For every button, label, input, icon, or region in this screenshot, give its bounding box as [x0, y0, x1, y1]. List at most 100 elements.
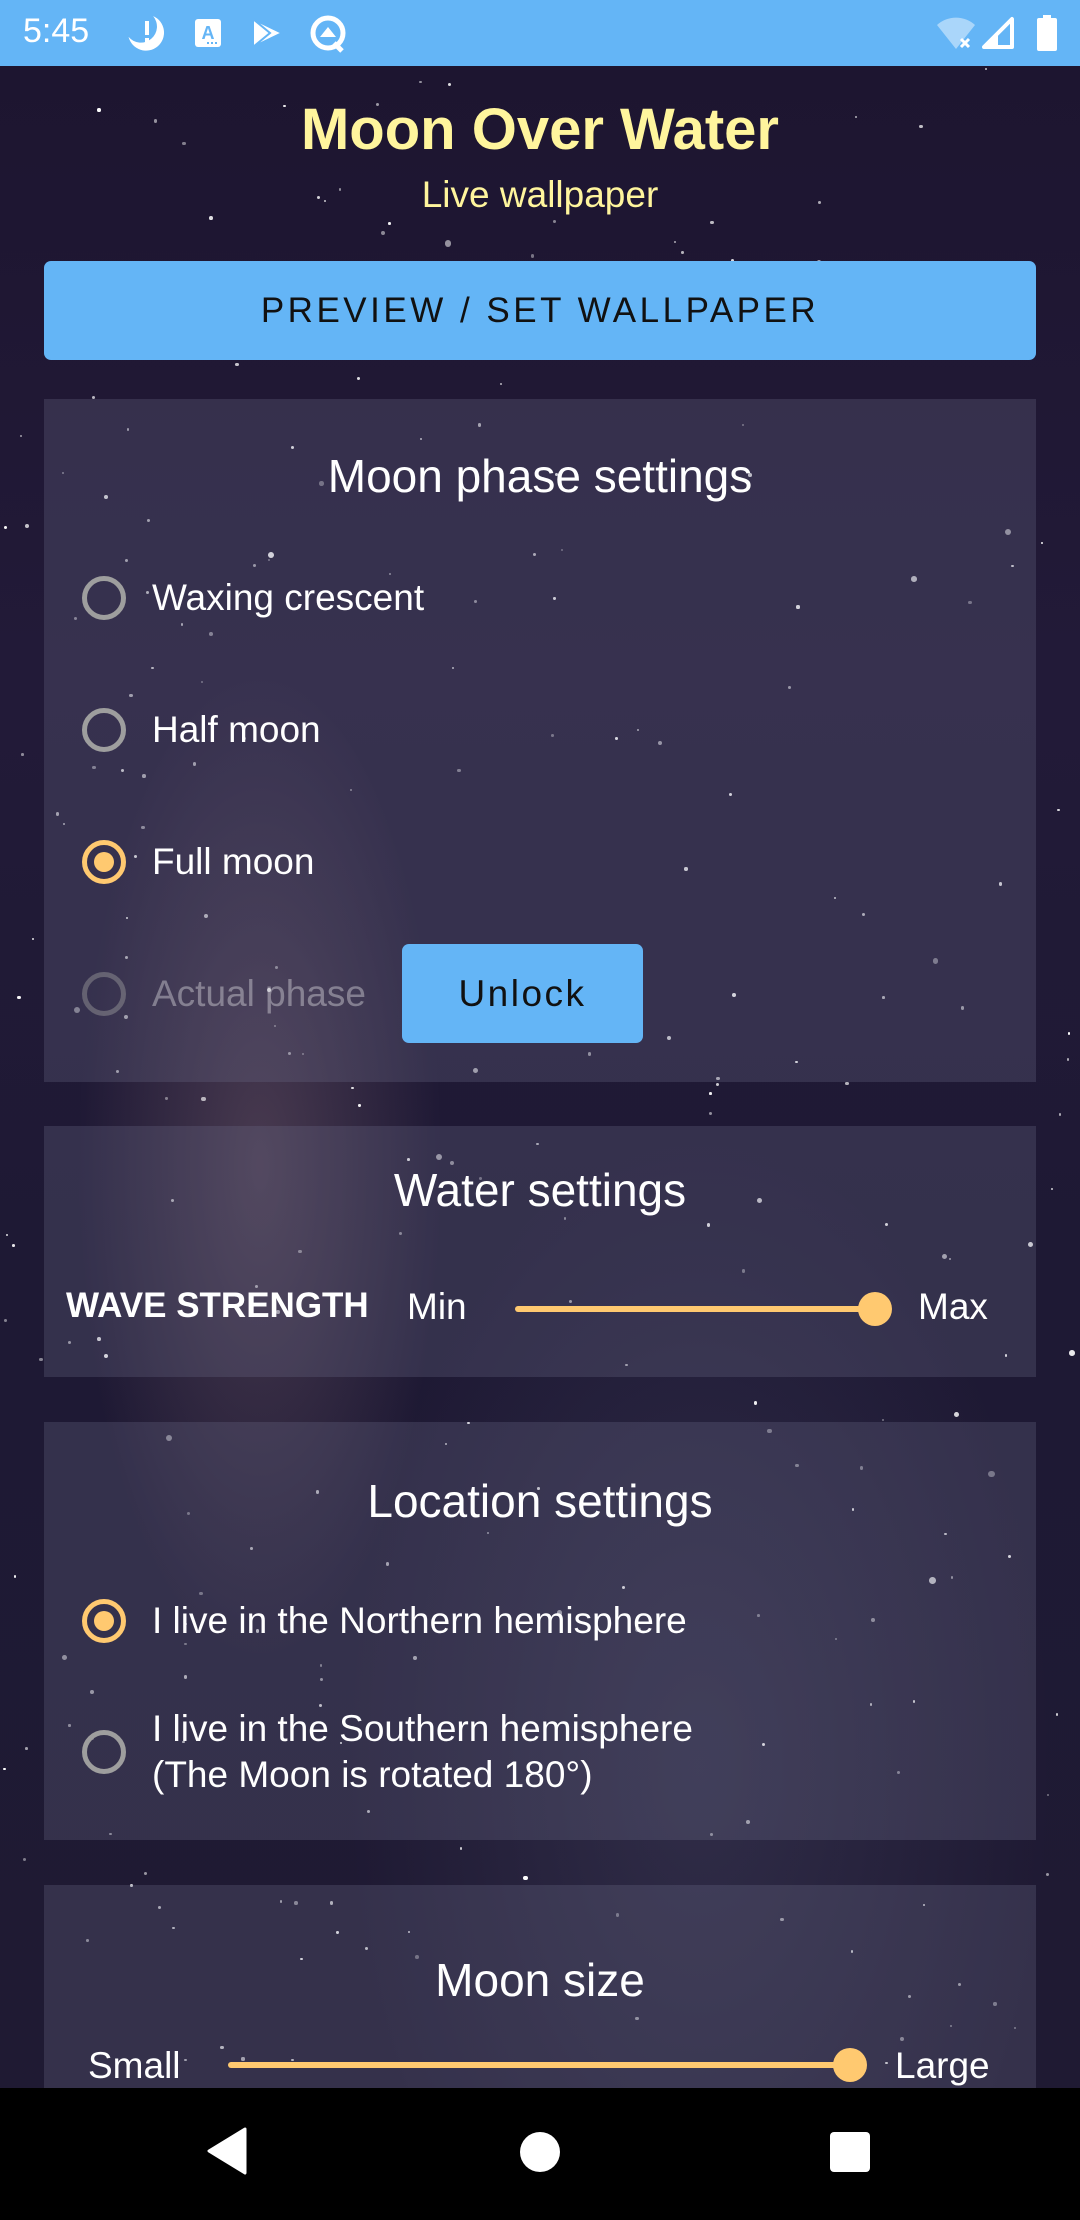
moon-size-title: Moon size	[435, 1954, 645, 2006]
radio-label: Full moon	[152, 841, 315, 882]
location-settings-title: Location settings	[367, 1475, 713, 1527]
wave-strength-slider-thumb[interactable]	[858, 1292, 892, 1326]
wave-max-label: Max	[918, 1286, 988, 1327]
radio-label-multiline: I live in the Southern hemisphere (The M…	[152, 1706, 693, 1798]
app-title: Moon Over Water	[300, 97, 780, 162]
water-settings-card: Water settings WAVE STRENGTH Min Max	[44, 1126, 1036, 1377]
preview-set-wallpaper-button[interactable]: PREVIEW / SET WALLPAPER	[44, 261, 1036, 360]
southern-label: I live in the Southern hemisphere	[152, 1708, 693, 1749]
radio-label: I live in the Northern hemisphere	[152, 1600, 687, 1641]
star	[1067, 1058, 1070, 1061]
star	[23, 1857, 27, 1862]
star	[388, 222, 391, 225]
battery-icon	[1037, 15, 1057, 51]
radio-button-selected[interactable]	[82, 840, 126, 884]
back-icon[interactable]	[205, 2126, 249, 2176]
star	[984, 68, 987, 71]
star	[358, 1104, 361, 1107]
star	[3, 525, 7, 529]
star	[708, 1112, 712, 1116]
star	[523, 1875, 528, 1881]
star	[445, 240, 452, 247]
water-settings-title: Water settings	[393, 1164, 687, 1216]
star	[1069, 1350, 1075, 1356]
svg-text:A: A	[202, 23, 215, 43]
star	[530, 254, 534, 258]
radio-waxing-crescent[interactable]: Waxing crescent	[82, 575, 424, 621]
star	[680, 251, 684, 254]
star	[753, 1401, 757, 1405]
radio-actual-phase: Actual phase	[82, 971, 366, 1017]
radio-button[interactable]	[82, 708, 126, 752]
location-settings-card: Location settings I live in the Northern…	[44, 1422, 1036, 1840]
cellular-signal-icon	[982, 17, 1014, 49]
star	[25, 524, 30, 529]
moon-phase-title: Moon phase settings	[327, 450, 753, 502]
radio-button[interactable]	[82, 576, 126, 620]
star	[1059, 1113, 1062, 1116]
star	[380, 231, 386, 236]
star	[552, 220, 556, 224]
star	[1050, 1188, 1053, 1191]
radio-button[interactable]	[82, 1730, 126, 1774]
star	[5, 1233, 8, 1236]
wave-strength-slider-track[interactable]	[515, 1306, 875, 1312]
star	[165, 1097, 168, 1100]
play-store-icon	[252, 17, 285, 49]
radio-full-moon[interactable]: Full moon	[82, 839, 314, 885]
star	[1046, 1794, 1050, 1797]
star	[673, 240, 676, 243]
radio-half-moon[interactable]: Half moon	[82, 707, 321, 753]
navigation-bar	[0, 2088, 1080, 2220]
star	[21, 753, 24, 756]
star	[209, 216, 214, 220]
star	[39, 1357, 43, 1362]
star	[13, 1575, 17, 1578]
star	[1057, 808, 1060, 811]
status-bar: 5:45 A	[0, 0, 1080, 66]
moon-size-large-label: Large	[895, 2045, 990, 2086]
star	[881, 1419, 885, 1422]
star	[953, 1412, 959, 1418]
radio-label: Half moon	[152, 709, 321, 750]
recents-icon[interactable]	[828, 2130, 872, 2174]
star	[3, 1767, 6, 1771]
star	[499, 382, 502, 385]
star	[845, 1081, 849, 1085]
radio-label: Actual phase	[152, 973, 366, 1014]
radio-northern-hemisphere[interactable]: I live in the Northern hemisphere	[82, 1598, 687, 1644]
home-icon[interactable]	[518, 2130, 562, 2174]
star	[459, 1847, 462, 1850]
star	[32, 937, 35, 940]
radio-southern-hemisphere[interactable]: I live in the Southern hemisphere (The M…	[82, 1706, 693, 1798]
radio-button-disabled	[82, 972, 126, 1016]
moon-size-small-label: Small	[88, 2045, 181, 2086]
wave-strength-label: WAVE STRENGTH	[66, 1286, 369, 1325]
star	[710, 220, 714, 225]
star	[447, 83, 451, 87]
app-subtitle: Live wallpaper	[421, 174, 659, 215]
star	[12, 1244, 16, 1248]
star	[235, 362, 239, 367]
star	[19, 435, 22, 438]
star	[25, 1746, 28, 1750]
star	[201, 1096, 206, 1102]
star	[356, 376, 360, 380]
star	[708, 1092, 712, 1096]
radio-label: Waxing crescent	[152, 577, 425, 618]
moon-size-card: Moon size Small Large	[44, 1885, 1036, 2088]
do-not-disturb-alert-icon	[128, 16, 165, 51]
moon-size-slider-track[interactable]	[228, 2062, 850, 2068]
star	[351, 1087, 354, 1090]
unlock-button[interactable]: Unlock	[402, 944, 643, 1043]
star	[1045, 1872, 1050, 1877]
star	[16, 995, 21, 1000]
moon-size-slider-thumb[interactable]	[833, 2048, 867, 2082]
southern-sublabel: (The Moon is rotated 180°)	[152, 1754, 593, 1795]
star	[3, 1318, 7, 1322]
radio-button-selected[interactable]	[82, 1599, 126, 1643]
android-q-icon	[310, 15, 346, 53]
status-time: 5:45	[23, 12, 90, 50]
star	[1055, 1712, 1059, 1716]
star	[144, 1871, 148, 1875]
